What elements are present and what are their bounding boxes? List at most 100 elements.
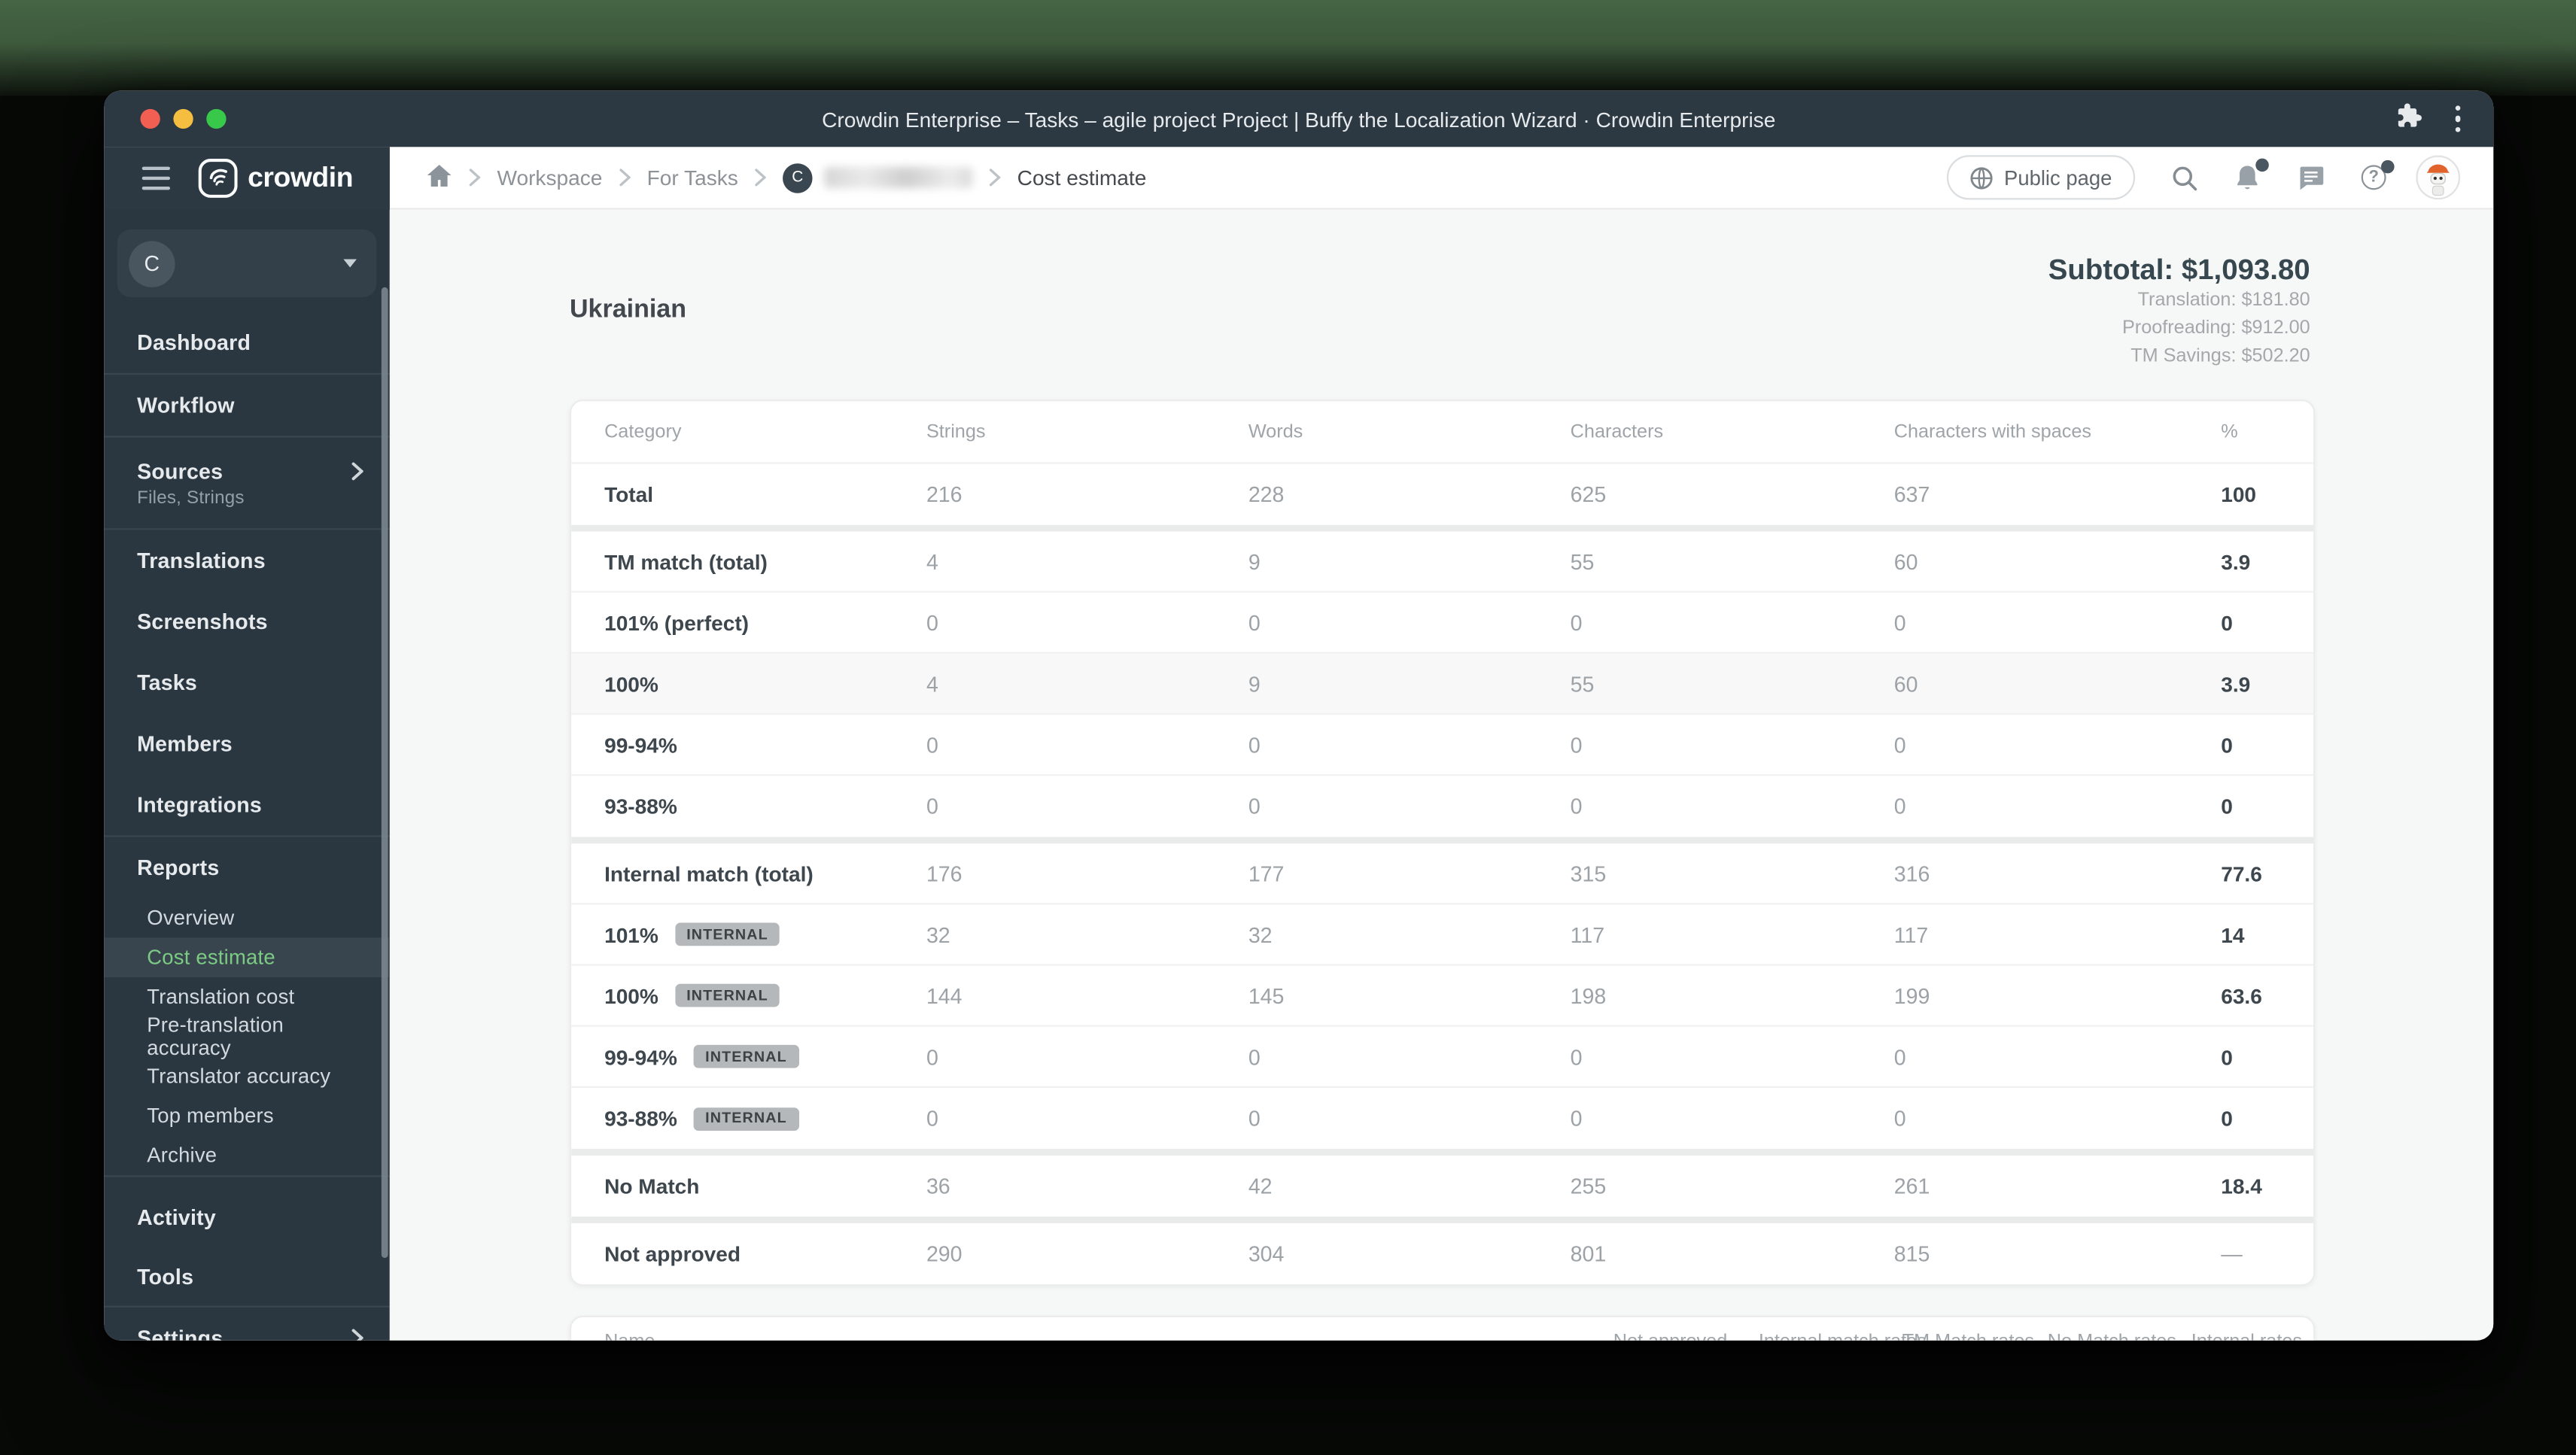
internal-badge: INTERNAL — [674, 922, 780, 946]
sidebar-item-reports-cost-estimate[interactable]: Cost estimate — [104, 937, 390, 977]
table-row-101-internal[interactable]: 101% INTERNAL 32 32 117 117 14 — [571, 904, 2314, 966]
project-avatar: C — [783, 163, 813, 193]
table-row-93-88-internal[interactable]: 93-88% INTERNAL 0 0 0 0 0 — [571, 1088, 2313, 1149]
menu-toggle-icon[interactable] — [138, 163, 173, 193]
sidebar-item-activity[interactable]: Activity — [104, 1187, 390, 1247]
sidebar-item-reports-translation-cost[interactable]: Translation cost — [104, 977, 390, 1017]
window-title: Crowdin Enterprise – Tasks – agile proje… — [822, 106, 1776, 132]
breadcrumb-bar: Workspace For Tasks C Cost estimate Publ… — [389, 147, 2494, 210]
chevron-right-icon — [351, 461, 363, 480]
breadcrumb-workspace[interactable]: Workspace — [497, 165, 602, 190]
content-column: Workspace For Tasks C Cost estimate Publ… — [389, 147, 2494, 1341]
notification-dot — [2255, 158, 2269, 172]
reports-submenu: Overview Cost estimate Translation cost … — [104, 898, 390, 1176]
search-icon[interactable] — [2171, 164, 2197, 190]
account-avatar: C — [129, 240, 175, 287]
table-row-93-88[interactable]: 93-88% 0 0 0 0 0 — [571, 776, 2313, 837]
table-row-not-approved[interactable]: Not approved 290 304 801 815 — — [571, 1223, 2313, 1284]
sidebar-item-screenshots[interactable]: Screenshots — [104, 591, 390, 652]
breadcrumb-for-tasks[interactable]: For Tasks — [647, 165, 738, 190]
cost-summary: Subtotal: $1,093.80 Translation: $181.80… — [2048, 253, 2310, 372]
rates-col-0: Not approved — [1613, 1332, 1728, 1341]
chevron-right-icon — [989, 169, 1001, 187]
rates-col-4: Internal rates — [2191, 1332, 2302, 1341]
col-characters-with-spaces: Characters with spaces — [1893, 421, 2092, 442]
public-page-button[interactable]: Public page — [1946, 155, 2136, 200]
page-content: Ukrainian Subtotal: $1,093.80 Translatio… — [389, 209, 2494, 1341]
sidebar-item-reports-pretranslation-accuracy[interactable]: Pre-translation accuracy — [104, 1013, 390, 1059]
rates-col-2: TM Match rates — [1902, 1332, 2034, 1341]
messages-icon[interactable] — [2297, 164, 2325, 190]
sidebar-header: crowdin — [104, 147, 390, 210]
sidebar-item-reports-translator-accuracy[interactable]: Translator accuracy — [104, 1056, 390, 1096]
internal-badge: INTERNAL — [674, 983, 780, 1007]
chevron-right-icon — [351, 1328, 363, 1341]
internal-badge: INTERNAL — [693, 1107, 799, 1130]
col-category: Category — [604, 421, 682, 442]
titlebar-actions — [2395, 102, 2493, 136]
home-icon[interactable] — [426, 163, 452, 192]
sidebar-item-tasks[interactable]: Tasks — [104, 652, 390, 713]
col-percent: % — [2221, 421, 2238, 442]
window-controls — [104, 108, 227, 129]
table-row-99-94[interactable]: 99-94% 0 0 0 0 0 — [571, 715, 2314, 776]
rates-col-3: No Match rates — [2048, 1332, 2176, 1341]
sidebar-item-reports-archive[interactable]: Archive — [104, 1136, 390, 1176]
sidebar-item-reports-top-members[interactable]: Top members — [104, 1096, 390, 1136]
table-row-internal-match-total[interactable]: Internal match (total) 176 177 315 316 7… — [571, 843, 2314, 905]
minimize-window-button[interactable] — [173, 108, 193, 129]
sidebar-item-translations[interactable]: Translations — [104, 530, 390, 591]
sidebar-item-integrations[interactable]: Integrations — [104, 774, 390, 835]
chevron-down-icon — [343, 259, 357, 268]
close-window-button[interactable] — [140, 108, 160, 129]
app-layout: crowdin C Dashboard Workflow Sources Fil… — [104, 147, 2494, 1341]
translation-cost-line: Translation: $181.80 — [2137, 290, 2310, 311]
sidebar: crowdin C Dashboard Workflow Sources Fil… — [104, 147, 390, 1341]
notifications-bell-icon[interactable] — [2234, 158, 2269, 191]
table-row-101-perfect[interactable]: 101% (perfect) 0 0 0 0 0 — [571, 593, 2314, 654]
table-row-tm-match-total[interactable]: TM match (total) 4 9 55 60 3.9 — [571, 532, 2314, 593]
sidebar-item-tools[interactable]: Tools — [104, 1247, 390, 1306]
crowdin-logo[interactable]: crowdin — [198, 159, 354, 199]
sidebar-item-settings[interactable]: Settings — [104, 1308, 390, 1341]
help-icon[interactable]: ? — [2361, 159, 2395, 190]
table-row-total[interactable]: Total 216 228 625 637 100 — [571, 464, 2313, 525]
internal-badge: INTERNAL — [693, 1044, 799, 1068]
breadcrumb: Workspace For Tasks C Cost estimate — [426, 163, 1147, 193]
redacted-project-name — [823, 166, 973, 189]
table-row-100[interactable]: 100% 4 9 55 60 3.9 — [571, 653, 2314, 715]
rates-col-name: Name — [604, 1332, 655, 1341]
table-row-no-match[interactable]: No Match 36 42 255 261 18.4 — [571, 1156, 2313, 1217]
breadcrumb-cost-estimate: Cost estimate — [1017, 165, 1147, 190]
table-row-99-94-internal[interactable]: 99-94% INTERNAL 0 0 0 0 0 — [571, 1027, 2314, 1088]
screen: Crowdin Enterprise – Tasks – agile proje… — [0, 0, 2576, 1455]
chevron-right-icon — [755, 169, 767, 187]
user-avatar[interactable] — [2416, 155, 2461, 200]
window-titlebar: Crowdin Enterprise – Tasks – agile proje… — [104, 90, 2494, 147]
sidebar-item-reports-overview[interactable]: Overview — [104, 898, 390, 938]
col-strings: Strings — [926, 421, 986, 442]
globe-icon — [1969, 166, 1992, 189]
account-switcher[interactable]: C — [117, 229, 377, 297]
table-header-row: Category Strings Words Characters Charac… — [571, 401, 2314, 464]
breadcrumb-project[interactable]: C — [783, 163, 973, 193]
col-characters: Characters — [1570, 421, 1664, 442]
crowdin-logo-icon — [198, 159, 238, 198]
sidebar-item-members[interactable]: Members — [104, 713, 390, 774]
group-separator — [571, 524, 2314, 532]
sidebar-item-workflow[interactable]: Workflow — [104, 375, 390, 436]
sidebar-item-dashboard[interactable]: Dashboard — [104, 312, 390, 373]
proofreading-cost-line: Proofreading: $912.00 — [2121, 318, 2310, 339]
table-row-100-internal[interactable]: 100% INTERNAL 144 145 198 199 63.6 — [571, 966, 2314, 1027]
sidebar-nav: Dashboard Workflow Sources Files, String… — [104, 312, 390, 1341]
browser-window: Crowdin Enterprise – Tasks – agile proje… — [104, 90, 2494, 1341]
sidebar-item-sources[interactable]: Sources Files, Strings — [104, 437, 390, 528]
subtotal-amount: Subtotal: $1,093.80 — [2048, 252, 2310, 286]
sidebar-scrollbar[interactable] — [381, 287, 388, 1258]
browser-menu-icon[interactable] — [2452, 102, 2464, 135]
sidebar-item-reports[interactable]: Reports — [104, 837, 390, 898]
col-words: Words — [1248, 421, 1303, 442]
extensions-icon[interactable] — [2395, 102, 2422, 136]
fullscreen-window-button[interactable] — [206, 108, 227, 129]
desktop-wallpaper — [0, 0, 2576, 96]
